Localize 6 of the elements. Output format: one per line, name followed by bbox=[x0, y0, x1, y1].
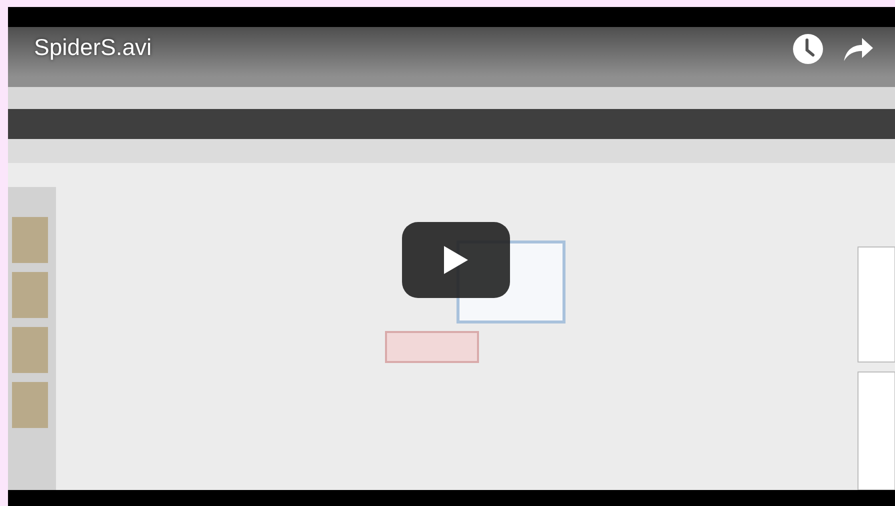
share-icon[interactable] bbox=[842, 36, 874, 62]
video-player[interactable]: SpiderS.avi bbox=[8, 7, 895, 506]
play-button[interactable] bbox=[402, 222, 510, 298]
play-icon bbox=[444, 246, 468, 274]
clock-icon[interactable] bbox=[792, 33, 824, 65]
video-title[interactable]: SpiderS.avi bbox=[34, 33, 152, 61]
